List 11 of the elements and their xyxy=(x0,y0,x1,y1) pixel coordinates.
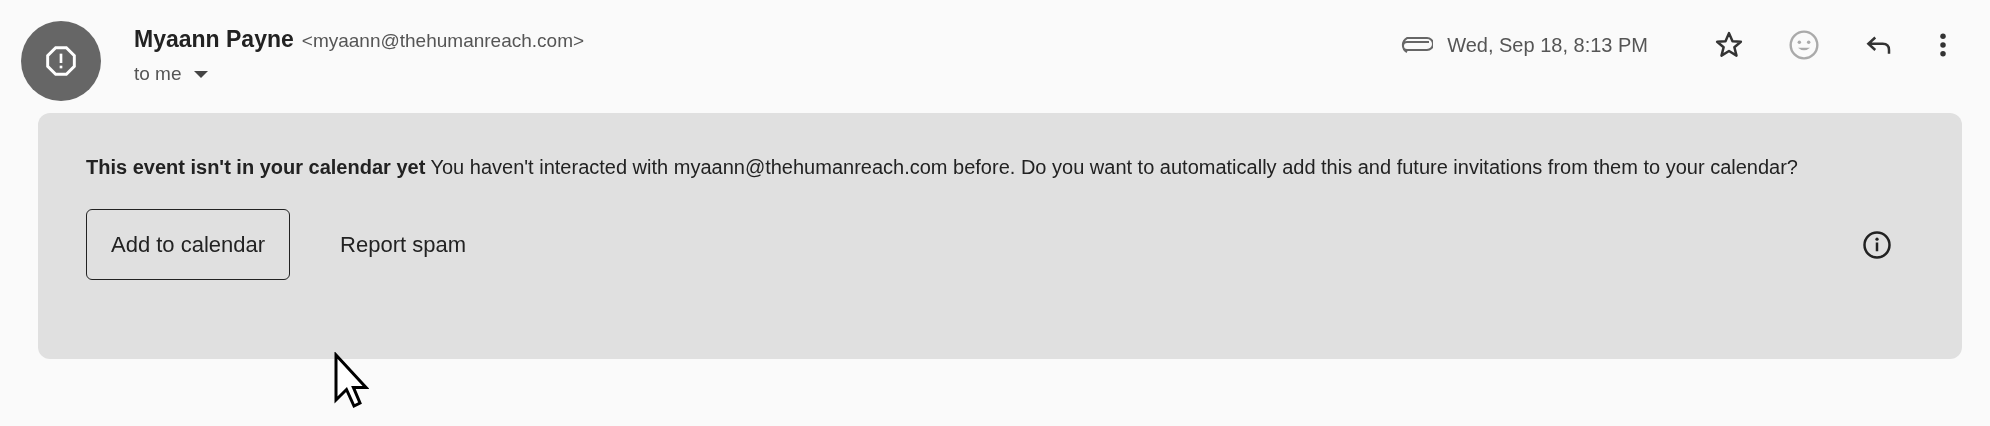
cursor-icon xyxy=(333,352,369,409)
star-icon[interactable] xyxy=(1714,30,1744,60)
sender-name: Myaann Payne xyxy=(134,26,294,53)
date-label: Wed, Sep 18, 8:13 PM xyxy=(1447,33,1648,57)
add-button[interactable]: Add to calendar xyxy=(86,209,291,280)
sender-email: <myaann@thehumanreach.com> xyxy=(301,30,585,52)
info-icon[interactable] xyxy=(1862,229,1892,260)
spam-link[interactable]: Report spam xyxy=(316,209,491,280)
banner-message: This event isn't in your calendar yet You haven't interacted with myaann@thehumanreach.com before. Do you want to automatically add this and future invitations from them to your calendar? xyxy=(86,155,1799,180)
recipient-label: to me xyxy=(134,63,182,85)
caret-icon[interactable] xyxy=(193,70,208,78)
